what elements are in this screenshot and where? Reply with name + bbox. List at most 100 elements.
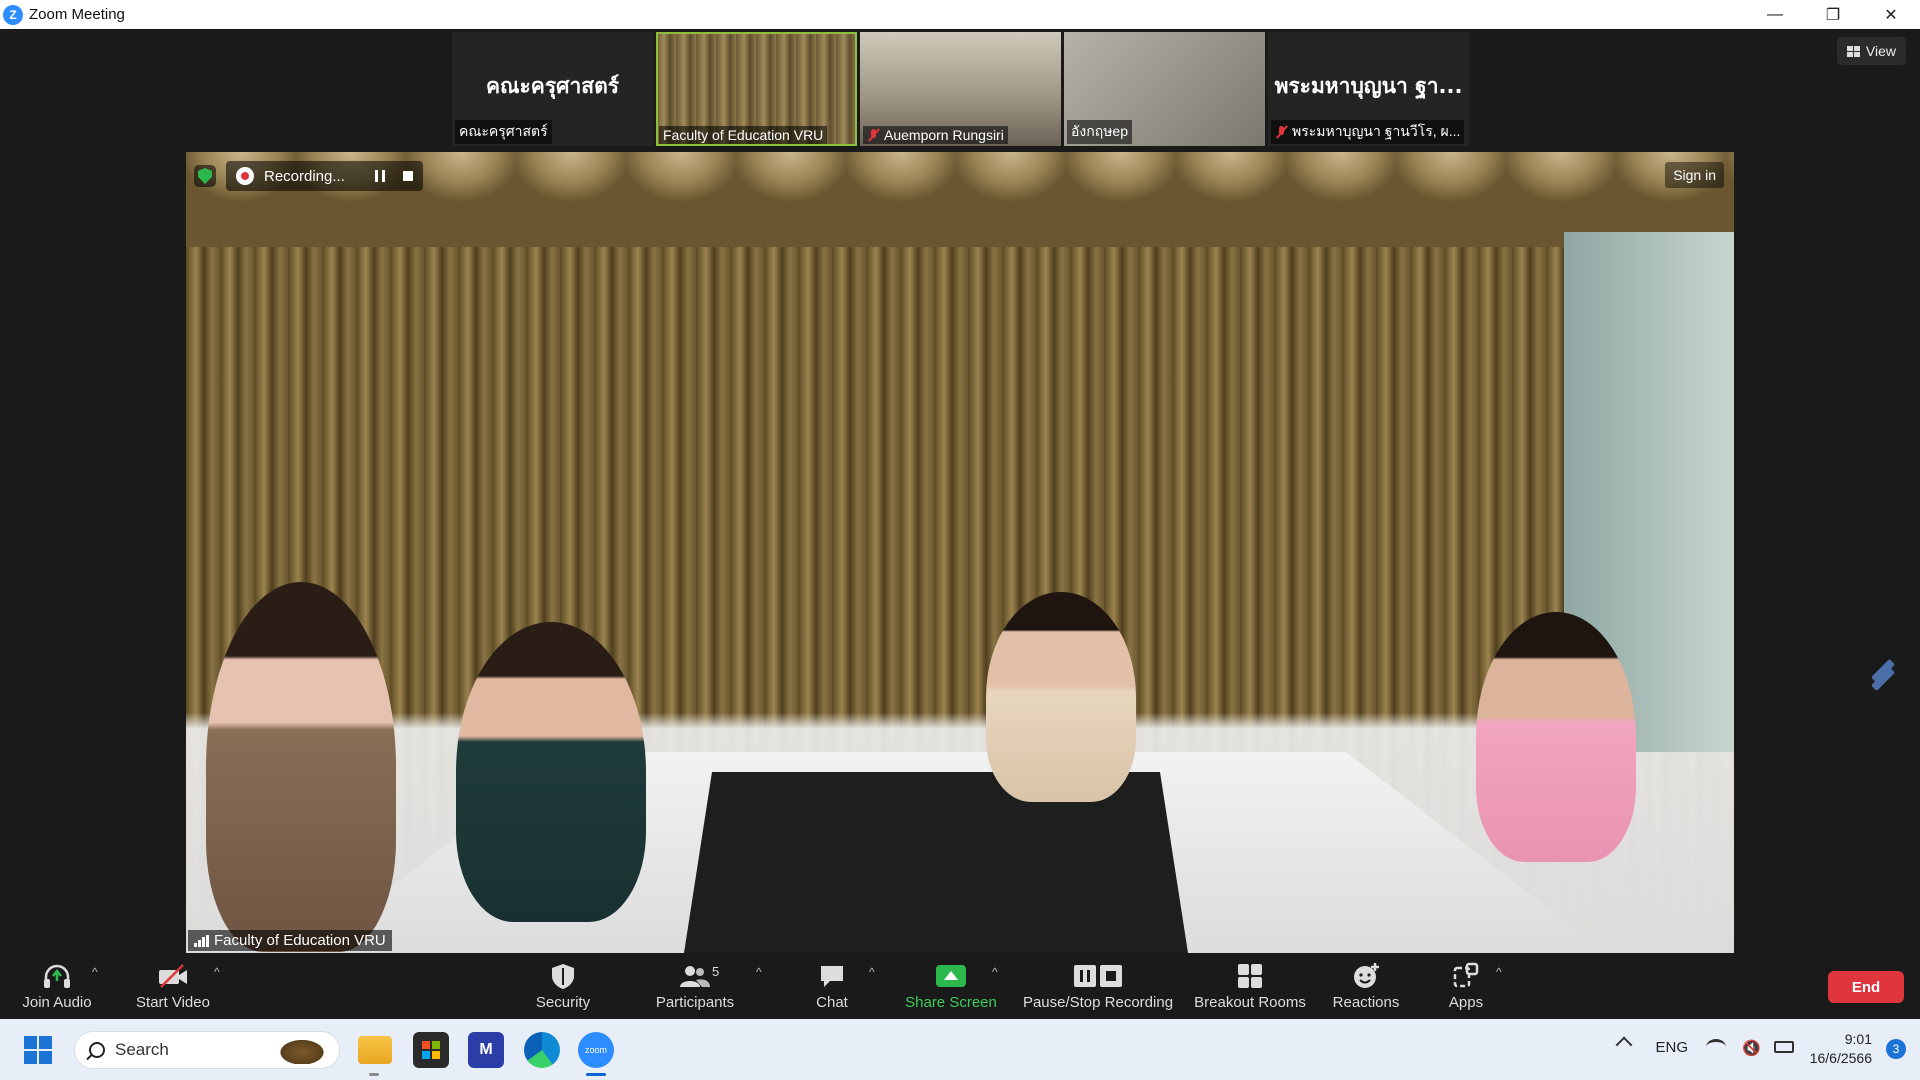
zoom-app-icon: Z xyxy=(3,4,23,25)
clock-time: 9:01 xyxy=(1844,1031,1872,1047)
chat-button[interactable]: Chat xyxy=(808,953,856,1019)
recording-label: Recording... xyxy=(264,167,345,185)
participant-tile[interactable]: Auemporn Rungsiri xyxy=(860,32,1061,146)
recording-indicator: Recording... xyxy=(226,161,423,191)
shield-icon xyxy=(550,962,576,990)
apps-button[interactable]: Apps xyxy=(1446,953,1486,1019)
search-highlight-turtle-icon xyxy=(277,1038,327,1064)
join-audio-label: Join Audio xyxy=(22,993,92,1011)
start-video-label: Start Video xyxy=(136,993,210,1011)
participant-label: อังกฤษep xyxy=(1067,120,1132,144)
reactions-button[interactable]: Reactions xyxy=(1330,953,1402,1019)
video-person xyxy=(456,622,646,922)
smiley-icon xyxy=(1351,962,1381,990)
share-options-caret[interactable]: ^ xyxy=(992,965,998,979)
taskbar-search[interactable]: Search xyxy=(74,1031,340,1069)
pause-stop-recording-label: Pause/Stop Recording xyxy=(1022,993,1174,1011)
active-speaker-video: Recording... Sign in Faculty of Educatio… xyxy=(186,152,1734,953)
minimize-button[interactable]: — xyxy=(1746,0,1804,29)
speaker-name-label: Faculty of Education VRU xyxy=(188,930,392,951)
show-hidden-icons-icon[interactable] xyxy=(1615,1036,1633,1054)
participant-label: Auemporn Rungsiri xyxy=(863,126,1008,144)
video-person xyxy=(1476,612,1636,862)
floating-pen-icon[interactable] xyxy=(1868,658,1898,692)
security-label: Security xyxy=(535,993,591,1011)
participants-button[interactable]: 5 Participants xyxy=(652,953,738,1019)
video-person xyxy=(986,592,1136,802)
participant-name-large: คณะครุศาสตร์ xyxy=(486,74,619,98)
pause-recording-icon[interactable] xyxy=(374,170,385,182)
participants-label: Participants xyxy=(655,993,735,1011)
search-placeholder: Search xyxy=(115,1040,169,1059)
view-button[interactable]: View xyxy=(1836,37,1906,65)
window-title: Zoom Meeting xyxy=(29,6,125,23)
start-video-button[interactable]: Start Video xyxy=(130,953,216,1019)
title-bar: Z Zoom Meeting — ❐ ✕ xyxy=(0,0,1920,29)
participant-tile[interactable]: พระมหาบุญนา ฐา... พระมหาบุญนา ฐานวีโร, ผ… xyxy=(1268,32,1469,146)
chat-options-caret[interactable]: ^ xyxy=(869,965,875,979)
video-person xyxy=(206,582,396,952)
windows-start-icon[interactable] xyxy=(24,1036,52,1064)
participant-tile[interactable]: Faculty of Education VRU xyxy=(656,32,857,146)
share-screen-button[interactable]: Share Screen xyxy=(904,953,998,1019)
participant-label: Faculty of Education VRU xyxy=(659,126,828,144)
sign-in-button[interactable]: Sign in xyxy=(1665,162,1724,188)
participant-label: คณะครุศาสตร์ xyxy=(455,120,552,144)
audio-options-caret[interactable]: ^ xyxy=(92,965,98,979)
security-button[interactable]: Security xyxy=(530,953,596,1019)
meeting-toolbar: Join Audio ^ Start Video ^ Security 5 Pa… xyxy=(0,953,1920,1019)
grid-view-icon xyxy=(1846,45,1860,57)
share-screen-icon xyxy=(936,962,966,990)
end-meeting-button[interactable]: End xyxy=(1828,971,1904,1003)
stop-recording-icon[interactable] xyxy=(402,171,413,181)
windows-taskbar: Search M zoom ENG 🔇 9:01 16/6/2566 3 xyxy=(0,1019,1920,1080)
wifi-icon[interactable] xyxy=(1706,1039,1726,1055)
apps-icon xyxy=(1452,962,1480,990)
battery-icon[interactable] xyxy=(1774,1041,1794,1053)
window-controls: — ❐ ✕ xyxy=(1746,0,1920,29)
chat-bubble-icon xyxy=(818,962,846,990)
join-audio-button[interactable]: Join Audio xyxy=(18,953,96,1019)
breakout-rooms-button[interactable]: Breakout Rooms xyxy=(1192,953,1308,1019)
file-explorer-icon[interactable] xyxy=(358,1036,392,1064)
input-language[interactable]: ENG xyxy=(1655,1039,1688,1056)
speaker-name: Faculty of Education VRU xyxy=(214,932,386,949)
running-indicator xyxy=(369,1073,379,1076)
clock-date: 16/6/2566 xyxy=(1809,1050,1872,1066)
restore-button[interactable]: ❐ xyxy=(1804,0,1862,29)
headphones-icon xyxy=(42,962,72,990)
participant-label-text: Auemporn Rungsiri xyxy=(884,127,1004,143)
recording-bar: Recording... xyxy=(194,160,423,192)
edge-browser-icon[interactable] xyxy=(524,1032,560,1068)
close-button[interactable]: ✕ xyxy=(1862,0,1920,29)
participant-label-text: อังกฤษep xyxy=(1071,123,1128,139)
pause-stop-recording-button[interactable]: Pause/Stop Recording xyxy=(1022,953,1174,1019)
reactions-label: Reactions xyxy=(1332,993,1400,1011)
apps-label: Apps xyxy=(1448,993,1484,1011)
breakout-rooms-label: Breakout Rooms xyxy=(1194,993,1306,1011)
apps-options-caret[interactable]: ^ xyxy=(1496,965,1502,979)
mic-muted-icon xyxy=(867,128,881,142)
participant-name-large: พระมหาบุญนา ฐา... xyxy=(1274,74,1463,98)
participant-tile[interactable]: อังกฤษep xyxy=(1064,32,1265,146)
search-icon xyxy=(89,1042,105,1058)
participant-label-text: Faculty of Education VRU xyxy=(663,127,824,143)
notification-badge[interactable]: 3 xyxy=(1886,1039,1906,1059)
video-options-caret[interactable]: ^ xyxy=(214,965,220,979)
pause-stop-icon xyxy=(1068,962,1128,990)
participant-label-text: พระมหาบุญนา ฐานวีโร, ผ... xyxy=(1292,123,1461,139)
view-button-label: View xyxy=(1865,43,1896,59)
speaker-muted-icon[interactable]: 🔇 xyxy=(1742,1039,1761,1057)
active-app-indicator xyxy=(586,1073,606,1076)
taskbar-clock[interactable]: 9:01 16/6/2566 xyxy=(1810,1030,1872,1068)
zoom-taskbar-icon[interactable]: zoom xyxy=(578,1032,614,1068)
participants-count: 5 xyxy=(712,963,720,979)
participants-options-caret[interactable]: ^ xyxy=(756,965,762,979)
visual-studio-icon[interactable]: M xyxy=(468,1032,504,1068)
encryption-shield-icon[interactable] xyxy=(194,165,216,187)
share-screen-label: Share Screen xyxy=(905,993,997,1011)
video-scene-table-center xyxy=(684,772,1188,953)
participant-tile[interactable]: คณะครุศาสตร์ คณะครุศาสตร์ xyxy=(452,32,653,146)
microsoft-store-icon[interactable] xyxy=(413,1032,449,1068)
participant-strip: คณะครุศาสตร์ คณะครุศาสตร์ Faculty of Edu… xyxy=(452,32,1469,146)
